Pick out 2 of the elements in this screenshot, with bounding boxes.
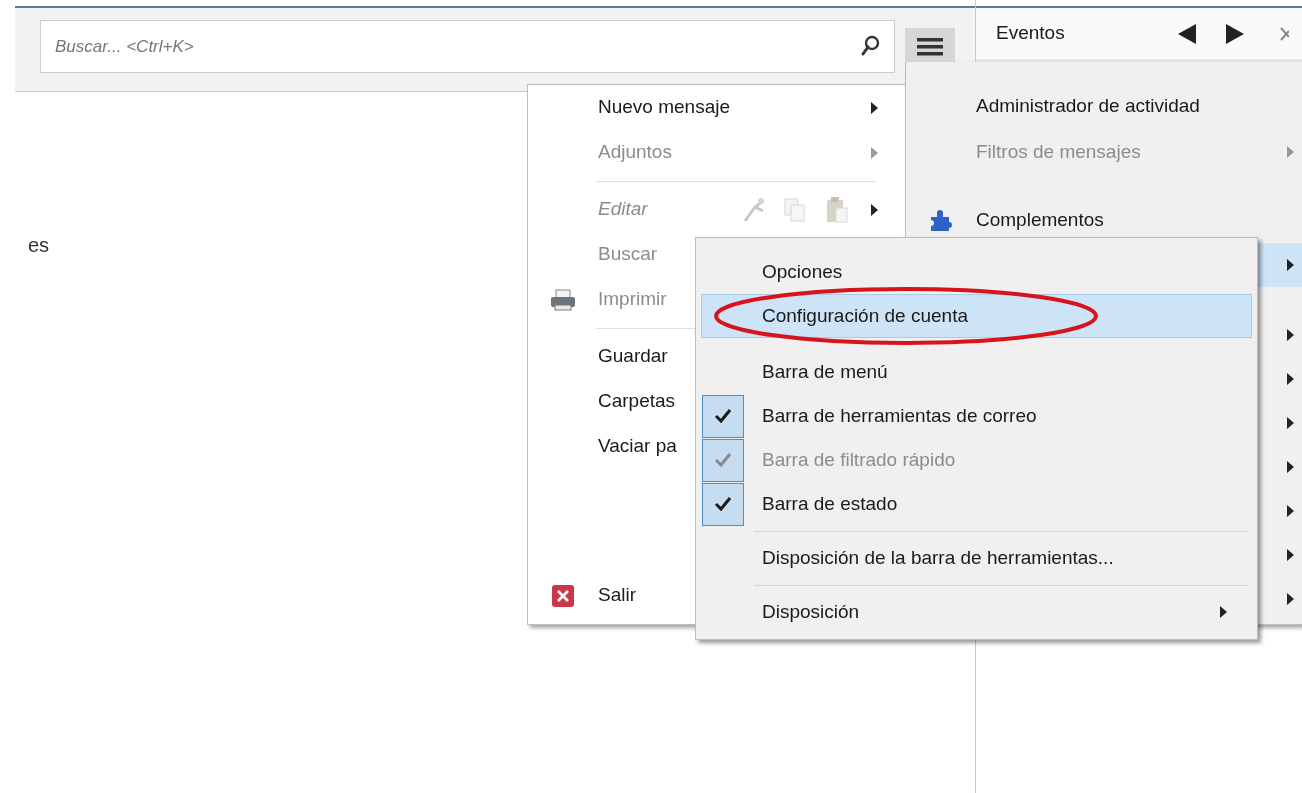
- events-title: Eventos: [996, 21, 1066, 46]
- sidebar-label: es: [28, 234, 50, 256]
